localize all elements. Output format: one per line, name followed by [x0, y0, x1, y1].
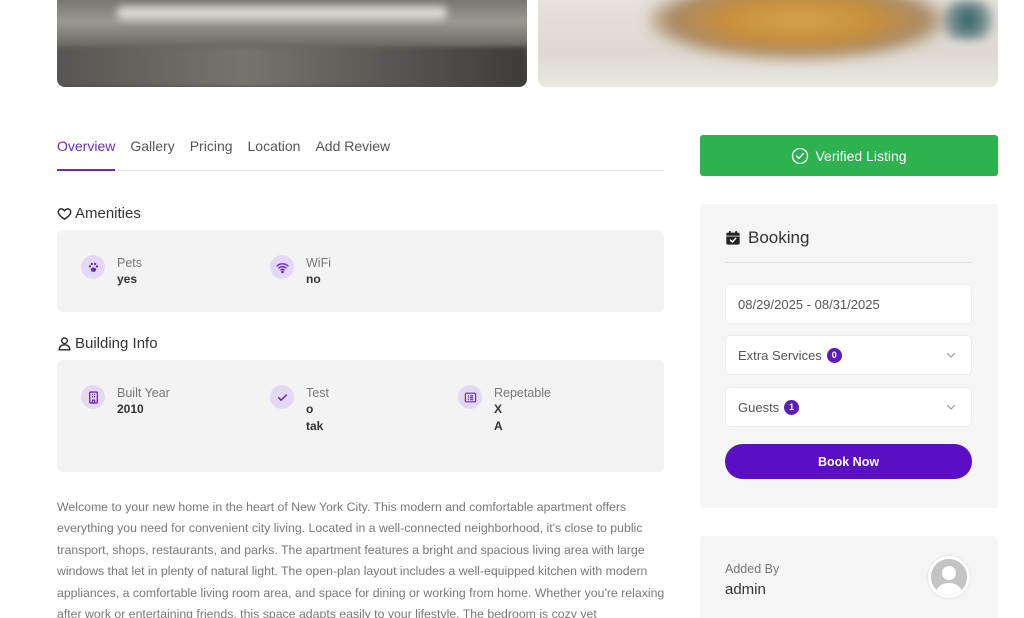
calendar-check-icon: [726, 231, 740, 245]
author-name[interactable]: admin: [725, 581, 766, 598]
amenity-value: yes: [117, 272, 138, 286]
building-label: Test: [306, 386, 329, 400]
date-range-input[interactable]: 08/29/2025 - 08/31/2025: [725, 284, 972, 324]
amenity-value: no: [306, 272, 321, 286]
extra-services-count-badge: 0: [826, 347, 842, 363]
building-info-title: Building Info: [75, 335, 158, 352]
amenity-label: Pets: [117, 256, 143, 270]
amenities-panel: Pets yes WiFi no: [57, 230, 664, 312]
added-by-card: Added By admin: [700, 536, 998, 618]
wifi-icon: [270, 255, 294, 279]
check-circle-icon: [792, 147, 809, 164]
building-value-2: A: [494, 419, 503, 433]
building-label: Built Year: [117, 386, 170, 400]
listing-tabs: Overview Gallery Pricing Location Add Re…: [57, 136, 664, 171]
building-label: Repetable: [494, 386, 551, 400]
amenity-label: WiFi: [306, 256, 331, 270]
paw-icon: [81, 255, 105, 279]
tab-add-review[interactable]: Add Review: [315, 136, 390, 171]
tab-gallery[interactable]: Gallery: [130, 136, 174, 171]
booking-heading: Booking: [725, 228, 809, 248]
building-value: o: [306, 402, 314, 416]
book-now-button[interactable]: Book Now: [725, 444, 972, 479]
building-built-year: Built Year 2010: [81, 385, 170, 418]
booking-divider: [725, 262, 972, 263]
tab-pricing[interactable]: Pricing: [190, 136, 233, 171]
building-repetable: Repetable X A: [458, 385, 551, 435]
tab-location[interactable]: Location: [248, 136, 301, 171]
guests-dropdown[interactable]: Guests 1: [725, 387, 972, 427]
tab-overview[interactable]: Overview: [57, 136, 116, 171]
amenity-wifi: WiFi no: [270, 255, 331, 288]
extra-services-label: Extra Services: [738, 347, 822, 363]
added-by-label: Added By: [725, 562, 780, 576]
chevron-down-icon: [946, 404, 956, 410]
guests-count-badge: 1: [784, 399, 800, 415]
building-icon: [81, 385, 105, 409]
extra-services-dropdown[interactable]: Extra Services 0: [725, 335, 972, 375]
building-value-2: tak: [306, 419, 324, 433]
user-icon: [58, 337, 71, 351]
check-icon: [270, 385, 294, 409]
building-info-heading: Building Info: [57, 335, 158, 352]
building-value: 2010: [117, 402, 144, 416]
heart-icon: [57, 208, 72, 220]
date-range-value: 08/29/2025 - 08/31/2025: [738, 296, 880, 312]
building-test: Test o tak: [270, 385, 329, 435]
list-icon: [458, 385, 482, 409]
amenities-heading: Amenities: [57, 205, 141, 222]
avatar-icon: [931, 559, 967, 595]
amenity-pets: Pets yes: [81, 255, 142, 288]
listing-description: Welcome to your new home in the heart of…: [57, 500, 665, 618]
building-info-panel: Built Year 2010 Test o tak Repetable X A: [57, 360, 664, 472]
gallery-image-living-room[interactable]: [57, 0, 527, 87]
booking-widget: Booking 08/29/2025 - 08/31/2025 Extra Se…: [700, 204, 998, 508]
booking-title: Booking: [748, 228, 810, 247]
building-value: X: [494, 402, 503, 416]
guests-label: Guests: [738, 399, 780, 415]
avatar[interactable]: [928, 556, 970, 598]
amenities-title: Amenities: [75, 205, 141, 222]
chevron-down-icon: [946, 352, 956, 358]
verified-listing-button[interactable]: Verified Listing: [700, 135, 998, 176]
gallery-image-food[interactable]: [538, 0, 998, 87]
verified-listing-label: Verified Listing: [815, 147, 907, 164]
